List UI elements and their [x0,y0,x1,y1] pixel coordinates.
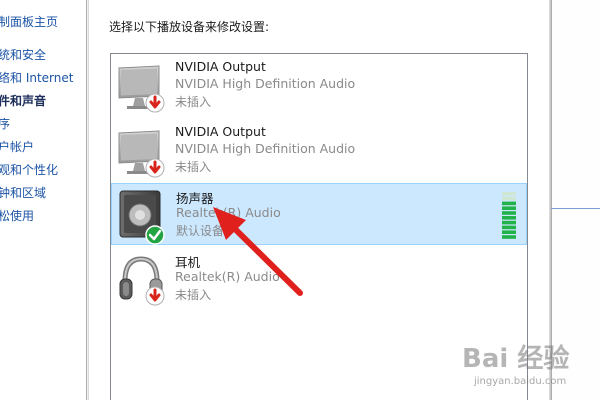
nav-item-home[interactable]: 制面板主页 [0,13,58,30]
level-meter-segment [502,216,516,220]
device-description: Realtek(R) Audio [176,205,281,220]
device-status: 未插入 [175,160,212,174]
nav-item-system-security[interactable]: 统和安全 [0,46,46,63]
device-status: 默认设备 [176,224,225,238]
nav-item-network-internet[interactable]: 络和 Internet [0,69,73,86]
device-name: NVIDIA Output [175,124,266,139]
level-meter-segment [502,235,516,239]
level-meter-segment [502,206,516,210]
volume-level-meter [502,192,516,239]
level-meter-segment [502,196,516,201]
device-status: 未插入 [175,288,212,302]
watermark-url: jingyan.baidu.com [474,376,567,387]
watermark-brand: Bai 经验 [462,344,570,374]
baidu-jingyan-watermark: Bai 经验 jingyan.baidu.com [462,338,597,396]
nav-item-ease-of-access[interactable]: 松使用 [0,207,34,224]
device-description: NVIDIA High Definition Audio [175,76,356,91]
device-description: NVIDIA High Definition Audio [175,141,356,156]
device-name: NVIDIA Output [175,59,266,74]
nav-item-hardware-sound[interactable]: 件和声音 [0,92,46,109]
control-panel-nav: 制面板主页 统和安全 络和 Internet 件和声音 序 户帐户 观和个性化 … [0,0,86,400]
nav-item-programs[interactable]: 序 [0,115,10,132]
level-meter-segment [502,192,516,196]
device-item-nvidia-output-1[interactable]: NVIDIA Output NVIDIA High Definition Aud… [111,55,527,117]
level-meter-segment [502,225,516,230]
red-down-arrow-badge-icon [145,286,165,306]
green-check-badge-icon [145,225,165,245]
level-meter-segment [502,230,516,234]
device-item-nvidia-output-2[interactable]: NVIDIA Output NVIDIA High Definition Aud… [111,120,527,182]
background-window-edge [551,208,600,209]
device-item-speakers[interactable]: 扬声器 Realtek(R) Audio 默认设备 [111,183,527,245]
red-down-arrow-badge-icon [145,93,165,113]
level-meter-segment [502,211,516,215]
level-meter-segment [502,220,516,225]
nav-item-user-accounts[interactable]: 户帐户 [0,138,34,155]
instruction-text: 选择以下播放设备来修改设置: [109,20,270,34]
red-down-arrow-badge-icon [145,158,165,178]
nav-item-clock-region[interactable]: 钟和区域 [0,184,46,201]
device-item-headphones[interactable]: 耳机 Realtek(R) Audio 未插入 [111,248,527,310]
device-status: 未插入 [175,95,212,109]
device-description: Realtek(R) Audio [175,269,280,284]
nav-item-appearance[interactable]: 观和个性化 [0,161,58,178]
level-meter-segment [502,201,516,206]
